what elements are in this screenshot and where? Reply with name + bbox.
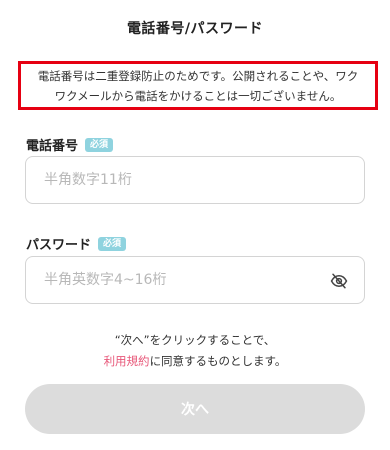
page-title: 電話番号/パスワード [126, 21, 264, 37]
agreement-line-2: に同意するものとします。 [149, 354, 287, 368]
phone-required-badge: 必須 [85, 137, 114, 152]
password-input[interactable] [42, 271, 326, 289]
notice-box: 電話番号は二重登録防止のためです。公開されることや、ワク ワクメールから電話をか… [18, 61, 378, 110]
password-field[interactable] [25, 256, 365, 304]
notice-line-1: 電話番号は二重登録防止のためです。公開されることや、ワク [37, 68, 359, 83]
phone-label: 電話番号 [26, 139, 79, 154]
password-required-badge: 必須 [98, 236, 127, 251]
next-button[interactable]: 次へ [25, 384, 365, 434]
page-header: 電話番号/パスワード [0, 0, 390, 56]
phone-input[interactable] [42, 171, 326, 189]
notice-text: 電話番号は二重登録防止のためです。公開されることや、ワク ワクメールから電話をか… [38, 66, 359, 106]
agreement-line-1: “次へ”をクリックすることで、 [114, 333, 276, 347]
password-label-row: パスワード 必須 [26, 234, 127, 253]
terms-link[interactable]: 利用規約 [104, 354, 150, 368]
eye-slash-icon[interactable] [330, 272, 348, 290]
phone-label-row: 電話番号 必須 [26, 135, 114, 154]
agreement-text: “次へ”をクリックすることで、 利用規約に同意するものとします。 [0, 330, 390, 372]
notice-line-2: ワクメールから電話をかけることは一切ございません。 [54, 88, 342, 103]
phone-field[interactable] [25, 156, 365, 204]
password-label: パスワード [26, 238, 92, 253]
